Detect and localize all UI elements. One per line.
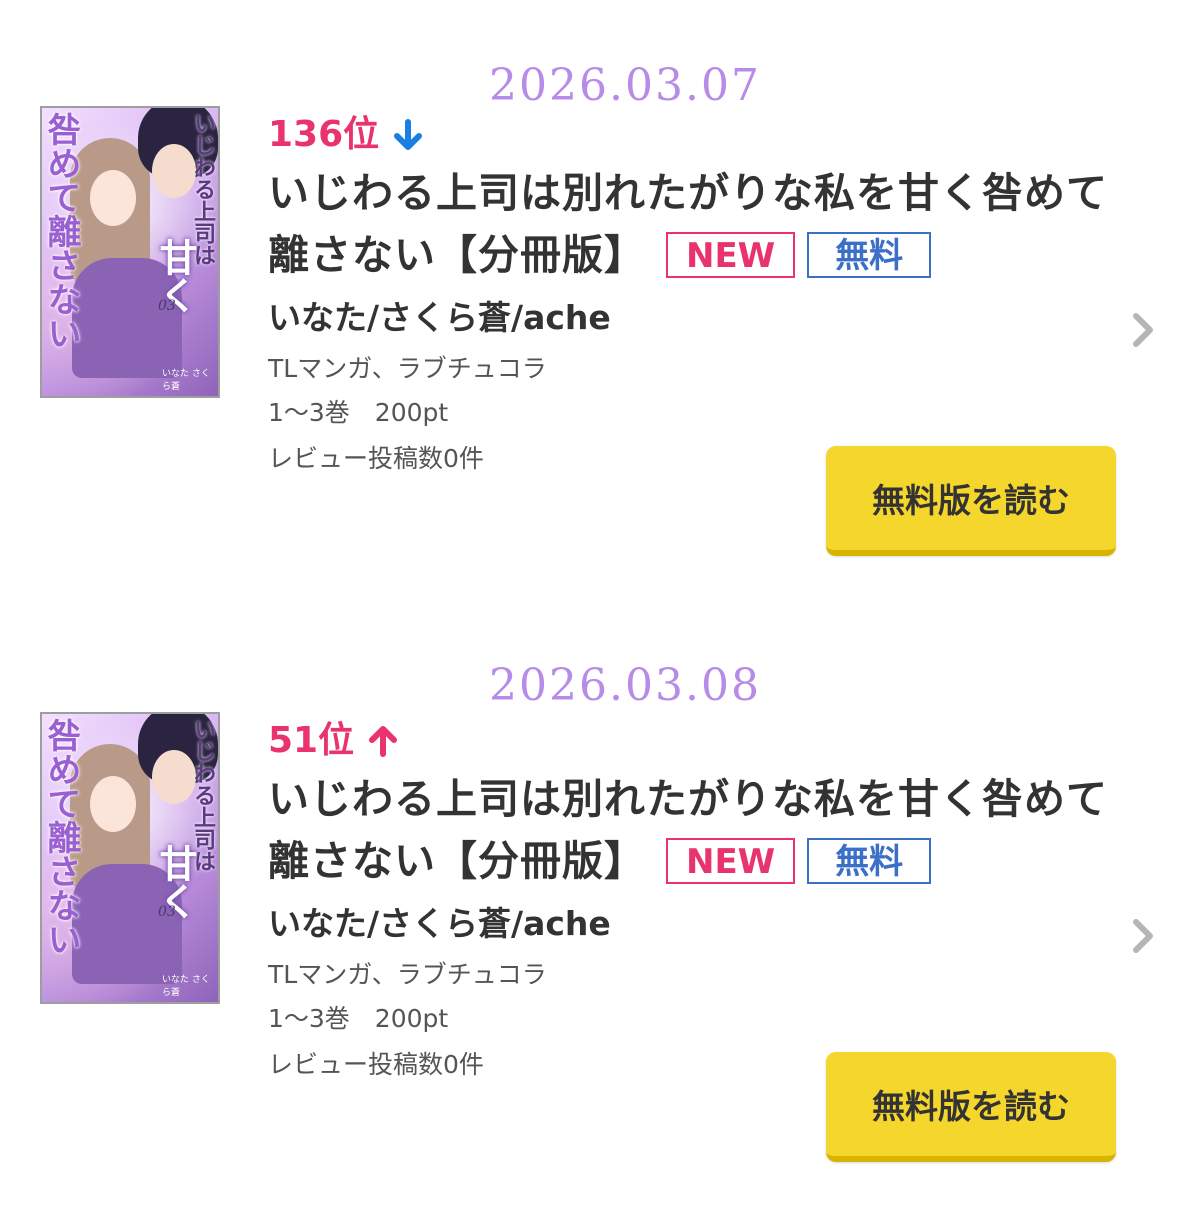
new-badge: NEW bbox=[666, 232, 796, 278]
book-title-block[interactable]: いじわる上司は別れたがりな私を甘く咎めて離さない【分冊版】 NEW 無料 bbox=[268, 768, 1128, 892]
read-free-button[interactable]: 無料版を読む bbox=[826, 1052, 1116, 1162]
book-genre: TLマンガ、ラブチュコラ bbox=[268, 960, 547, 989]
cover-title-text: 咎めて離さない bbox=[41, 718, 81, 956]
rank-label: 51位 bbox=[268, 720, 355, 761]
book-cover[interactable]: 咎めて離さない いじわる上司は 甘く 03 いなた さくら蒼 bbox=[40, 106, 220, 398]
book-list-item[interactable]: 咎めて離さない いじわる上司は 甘く 03 いなた さくら蒼 51位 いじわる上… bbox=[0, 712, 1200, 1212]
cover-author-mark: いなた さくら蒼 bbox=[162, 369, 210, 392]
free-badge: 無料 bbox=[807, 838, 932, 884]
cover-volume-number: 03 bbox=[158, 904, 176, 920]
new-badge: NEW bbox=[666, 838, 796, 884]
book-author: いなた/さくら蒼/ache bbox=[268, 904, 611, 943]
cover-volume-number: 03 bbox=[158, 298, 176, 314]
book-volumes-price: 1～3巻 200pt bbox=[268, 398, 449, 427]
cover-author-mark: いなた さくら蒼 bbox=[162, 975, 210, 998]
rank-row: 51位 bbox=[268, 716, 400, 766]
arrow-down-icon bbox=[394, 119, 423, 150]
book-review-count: レビュー投稿数0件 bbox=[268, 1050, 484, 1079]
book-genre: TLマンガ、ラブチュコラ bbox=[268, 354, 547, 383]
rank-row: 136位 bbox=[268, 110, 425, 160]
read-free-button-label: 無料版を読む bbox=[872, 1087, 1070, 1126]
ranking-date: 2026.03.08 bbox=[489, 660, 761, 711]
free-badge: 無料 bbox=[807, 232, 932, 278]
cover-title-text: 咎めて離さない bbox=[41, 112, 81, 350]
chevron-right-icon[interactable] bbox=[1128, 916, 1158, 956]
chevron-right-icon[interactable] bbox=[1128, 310, 1158, 350]
cover-figure bbox=[90, 170, 136, 226]
book-title-block[interactable]: いじわる上司は別れたがりな私を甘く咎めて離さない【分冊版】 NEW 無料 bbox=[268, 162, 1128, 286]
book-review-count: レビュー投稿数0件 bbox=[268, 444, 484, 473]
book-cover[interactable]: 咎めて離さない いじわる上司は 甘く 03 いなた さくら蒼 bbox=[40, 712, 220, 1004]
book-author: いなた/さくら蒼/ache bbox=[268, 298, 611, 337]
book-volumes-price: 1～3巻 200pt bbox=[268, 1004, 449, 1033]
book-list-item[interactable]: 咎めて離さない いじわる上司は 甘く 03 いなた さくら蒼 136位 いじわる… bbox=[0, 106, 1200, 606]
read-free-button[interactable]: 無料版を読む bbox=[826, 446, 1116, 556]
cover-figure bbox=[90, 776, 136, 832]
ranking-date: 2026.03.07 bbox=[489, 60, 761, 111]
read-free-button-label: 無料版を読む bbox=[872, 481, 1070, 520]
rank-label: 136位 bbox=[268, 114, 380, 155]
arrow-up-icon bbox=[369, 726, 398, 757]
